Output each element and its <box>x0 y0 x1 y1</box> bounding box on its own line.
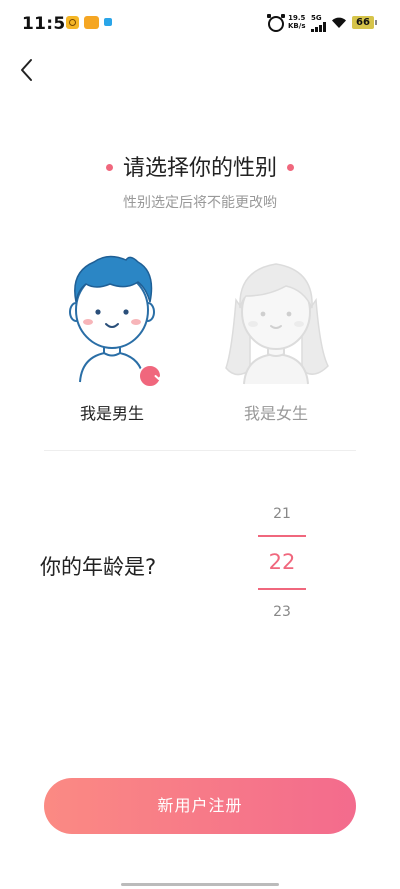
network-speed: 19.5 KB/s <box>288 14 305 30</box>
gender-option-female[interactable]: 我是女生 <box>206 250 346 430</box>
wifi-icon <box>332 17 346 28</box>
female-avatar-icon <box>225 263 329 385</box>
age-option-selected[interactable]: 22 <box>256 550 308 574</box>
title-dot-left <box>105 163 113 171</box>
age-option[interactable]: 23 <box>256 604 308 620</box>
back-button[interactable] <box>10 52 46 88</box>
network-speed-value: 19.5 <box>288 14 306 22</box>
alarm-icon <box>267 14 285 32</box>
page-title: 请选择你的性别 <box>0 150 400 182</box>
status-bar: 11:54 19.5 KB/s 5G 66 <box>0 0 400 46</box>
battery-indicator: 66 <box>352 16 377 29</box>
check-icon <box>154 372 166 380</box>
cellular-signal-icon <box>311 22 327 32</box>
age-picker[interactable]: 21 22 23 <box>256 496 308 631</box>
age-option[interactable]: 21 <box>256 506 308 522</box>
picker-line-top <box>258 535 306 537</box>
gender-label-female: 我是女生 <box>243 404 308 423</box>
app-notification-icon <box>104 18 112 26</box>
section-divider <box>44 450 356 451</box>
title-dot-right <box>287 163 294 171</box>
gender-option-male[interactable]: 我是男生 <box>42 250 182 430</box>
gender-label-male: 我是男生 <box>79 404 144 423</box>
age-label: 你的年龄是? <box>40 555 157 579</box>
home-indicator[interactable] <box>121 883 279 886</box>
network-type: 5G <box>311 14 322 22</box>
app-notification-icon <box>84 16 99 29</box>
selected-check-badge <box>138 364 166 388</box>
chevron-left-icon <box>21 59 32 81</box>
page-title-text: 请选择你的性别 <box>122 156 277 181</box>
app-notification-icon <box>66 16 79 29</box>
network-speed-unit: KB/s <box>288 22 306 30</box>
register-button[interactable]: 新用户注册 <box>44 778 356 834</box>
page-subtitle: 性别选定后将不能更改哟 <box>123 195 277 211</box>
picker-line-bottom <box>258 588 306 590</box>
